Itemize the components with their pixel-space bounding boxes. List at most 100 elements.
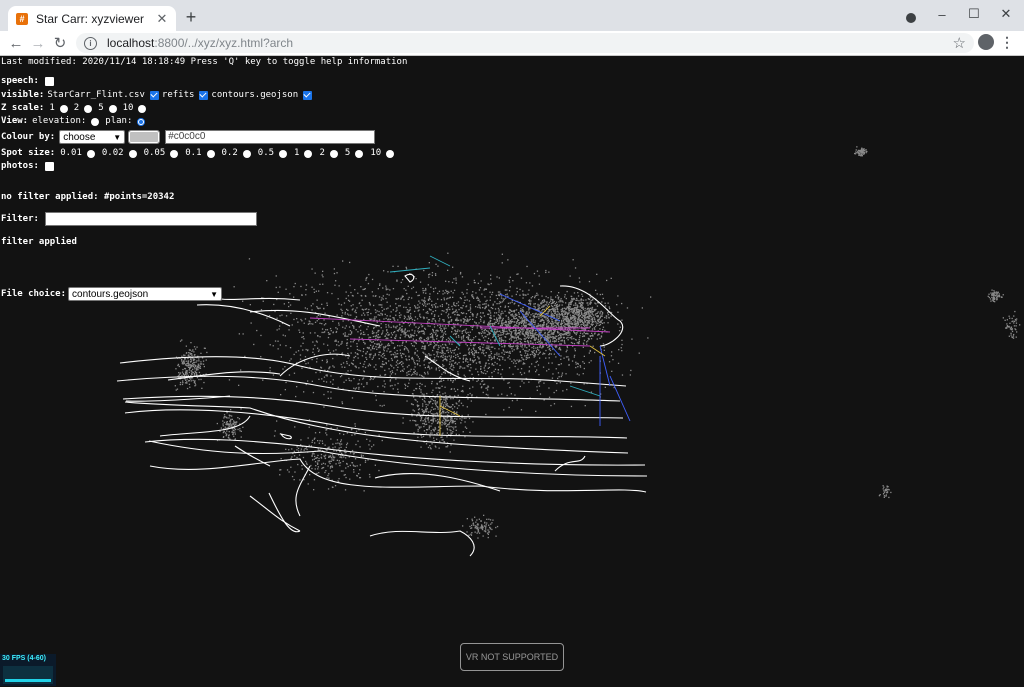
speech-label: speech: — [1, 76, 39, 86]
viewer-page: Last modified: 2020/11/14 18:18:49 Press… — [0, 56, 1024, 687]
spot-option-label: 0.02 — [101, 148, 124, 158]
photos-label: photos: — [1, 161, 39, 171]
maximize-button[interactable]: ☐ — [958, 3, 990, 25]
photos-checkbox[interactable] — [44, 162, 54, 171]
browser-menu-icon[interactable]: ⋮ — [1000, 33, 1014, 51]
visible-item-label: StarCarr_Flint.csv — [47, 90, 145, 100]
profile-avatar-icon[interactable] — [978, 34, 994, 50]
filter-applied-text: filter applied — [1, 237, 77, 247]
spot-option-label: 0.01 — [60, 148, 82, 158]
chevron-down-icon: ▼ — [113, 132, 122, 142]
colour-by-label: Colour by: — [1, 131, 56, 142]
contour-line — [234, 445, 271, 467]
address-bar[interactable]: i localhost:8800/../xyz/xyz.html?arch ☆ — [76, 33, 974, 53]
visible-flint-checkbox[interactable] — [149, 91, 159, 100]
visible-item-label: contours.geojson — [211, 90, 299, 100]
url-path: :8800/../xyz/xyz.html?arch — [154, 36, 294, 50]
favicon-icon: # — [16, 12, 28, 25]
point-cluster — [878, 485, 892, 499]
info-icon[interactable]: i — [84, 36, 97, 50]
point-cluster — [854, 146, 868, 157]
tab-strip: # Star Carr: xyzviewer ✕ + – ☐ ✕ — [0, 0, 1024, 31]
spot-radio[interactable] — [386, 149, 395, 158]
contour-line — [249, 495, 301, 532]
back-icon[interactable]: ← — [6, 34, 26, 52]
refit-line — [599, 345, 611, 387]
spot-radio[interactable] — [279, 149, 288, 158]
spot-radio[interactable] — [128, 149, 137, 158]
browser-tab[interactable]: # Star Carr: xyzviewer ✕ — [8, 6, 176, 31]
refit-line — [589, 345, 606, 357]
point-cluster — [174, 339, 208, 391]
spot-size-label: Spot size: — [1, 148, 56, 158]
browser-toolbar: ← → ↻ i localhost:8800/../xyz/xyz.html?a… — [0, 31, 1024, 56]
spot-radio[interactable] — [170, 149, 179, 158]
visible-refits-checkbox[interactable] — [199, 91, 209, 100]
contour-line — [279, 353, 351, 377]
contour-line — [122, 395, 624, 419]
view-plan-radio[interactable] — [137, 117, 146, 126]
spot-option-label: 5 — [344, 148, 351, 158]
colour-hex-input[interactable]: #c0c0c0 — [165, 130, 376, 144]
zscale-radio-2[interactable] — [84, 104, 93, 113]
close-window-button[interactable]: ✕ — [990, 3, 1022, 25]
contour-line — [148, 440, 648, 477]
fps-graph — [3, 666, 53, 684]
spot-option-label: 0.5 — [257, 148, 275, 158]
file-choice-value: contours.geojson — [72, 288, 149, 300]
visible-item-label: refits — [161, 90, 195, 100]
chevron-down-icon: ▼ — [210, 289, 219, 299]
tab-close-icon[interactable]: ✕ — [154, 11, 170, 27]
contour-line — [559, 285, 624, 347]
tab-title: Star Carr: xyzviewer — [36, 11, 145, 26]
spot-radio[interactable] — [242, 149, 251, 158]
refit-line — [609, 375, 631, 422]
spot-option-label: 2 — [319, 148, 325, 158]
reload-icon[interactable]: ↻ — [50, 34, 70, 52]
visible-contours-checkbox[interactable] — [303, 91, 313, 100]
spot-radio[interactable] — [329, 149, 338, 158]
spot-option-label: 1 — [294, 148, 300, 158]
view-label: View: — [1, 116, 29, 126]
refit-line — [429, 255, 451, 267]
new-tab-button[interactable]: + — [182, 7, 200, 27]
colour-swatch-button[interactable] — [128, 130, 161, 144]
colour-by-value: choose — [63, 131, 96, 143]
fps-stats-panel[interactable]: 30 FPS (4-60) — [0, 654, 56, 686]
spot-option-label: 0.2 — [221, 148, 238, 158]
contour-line — [279, 433, 292, 440]
view-elevation-radio[interactable] — [91, 117, 100, 126]
contour-line — [404, 273, 415, 283]
filter-input[interactable] — [44, 212, 257, 226]
spot-radio[interactable] — [206, 149, 215, 158]
fps-graph-bar — [5, 679, 51, 682]
refit-line — [569, 385, 601, 397]
spot-radio[interactable] — [86, 149, 95, 158]
forward-icon[interactable]: → — [28, 34, 48, 52]
spot-radio[interactable] — [304, 149, 313, 158]
zscale-radio-10[interactable] — [138, 104, 147, 113]
zscale-option-label: 1 — [49, 103, 55, 113]
spot-option-label: 10 — [370, 148, 382, 158]
bookmark-star-icon[interactable]: ☆ — [953, 34, 966, 52]
zscale-option-label: 5 — [98, 103, 104, 113]
contour-line — [119, 356, 627, 387]
contour-line — [196, 304, 291, 327]
speech-checkbox[interactable] — [44, 77, 54, 86]
colour-by-select[interactable]: choose ▼ — [59, 130, 126, 144]
zscale-radio-1[interactable] — [59, 104, 68, 113]
minimize-button[interactable]: – — [926, 3, 958, 25]
url-host: localhost — [107, 36, 155, 50]
spot-radio[interactable] — [355, 149, 364, 158]
filter-label: Filter: — [1, 213, 39, 224]
vr-not-supported-button[interactable]: VR NOT SUPPORTED — [460, 643, 564, 671]
spot-option-label: 0.1 — [185, 148, 202, 158]
view-option-label: elevation: — [32, 116, 87, 126]
view-option-label: plan: — [105, 116, 133, 126]
filter-status-text: no filter applied: #points=20342 — [1, 192, 175, 202]
file-choice-select[interactable]: contours.geojson ▼ — [68, 287, 223, 301]
zscale-radio-5[interactable] — [108, 104, 117, 113]
visible-label: visible: — [1, 90, 45, 100]
media-control-icon[interactable] — [906, 13, 916, 23]
point-cluster — [987, 289, 1004, 303]
